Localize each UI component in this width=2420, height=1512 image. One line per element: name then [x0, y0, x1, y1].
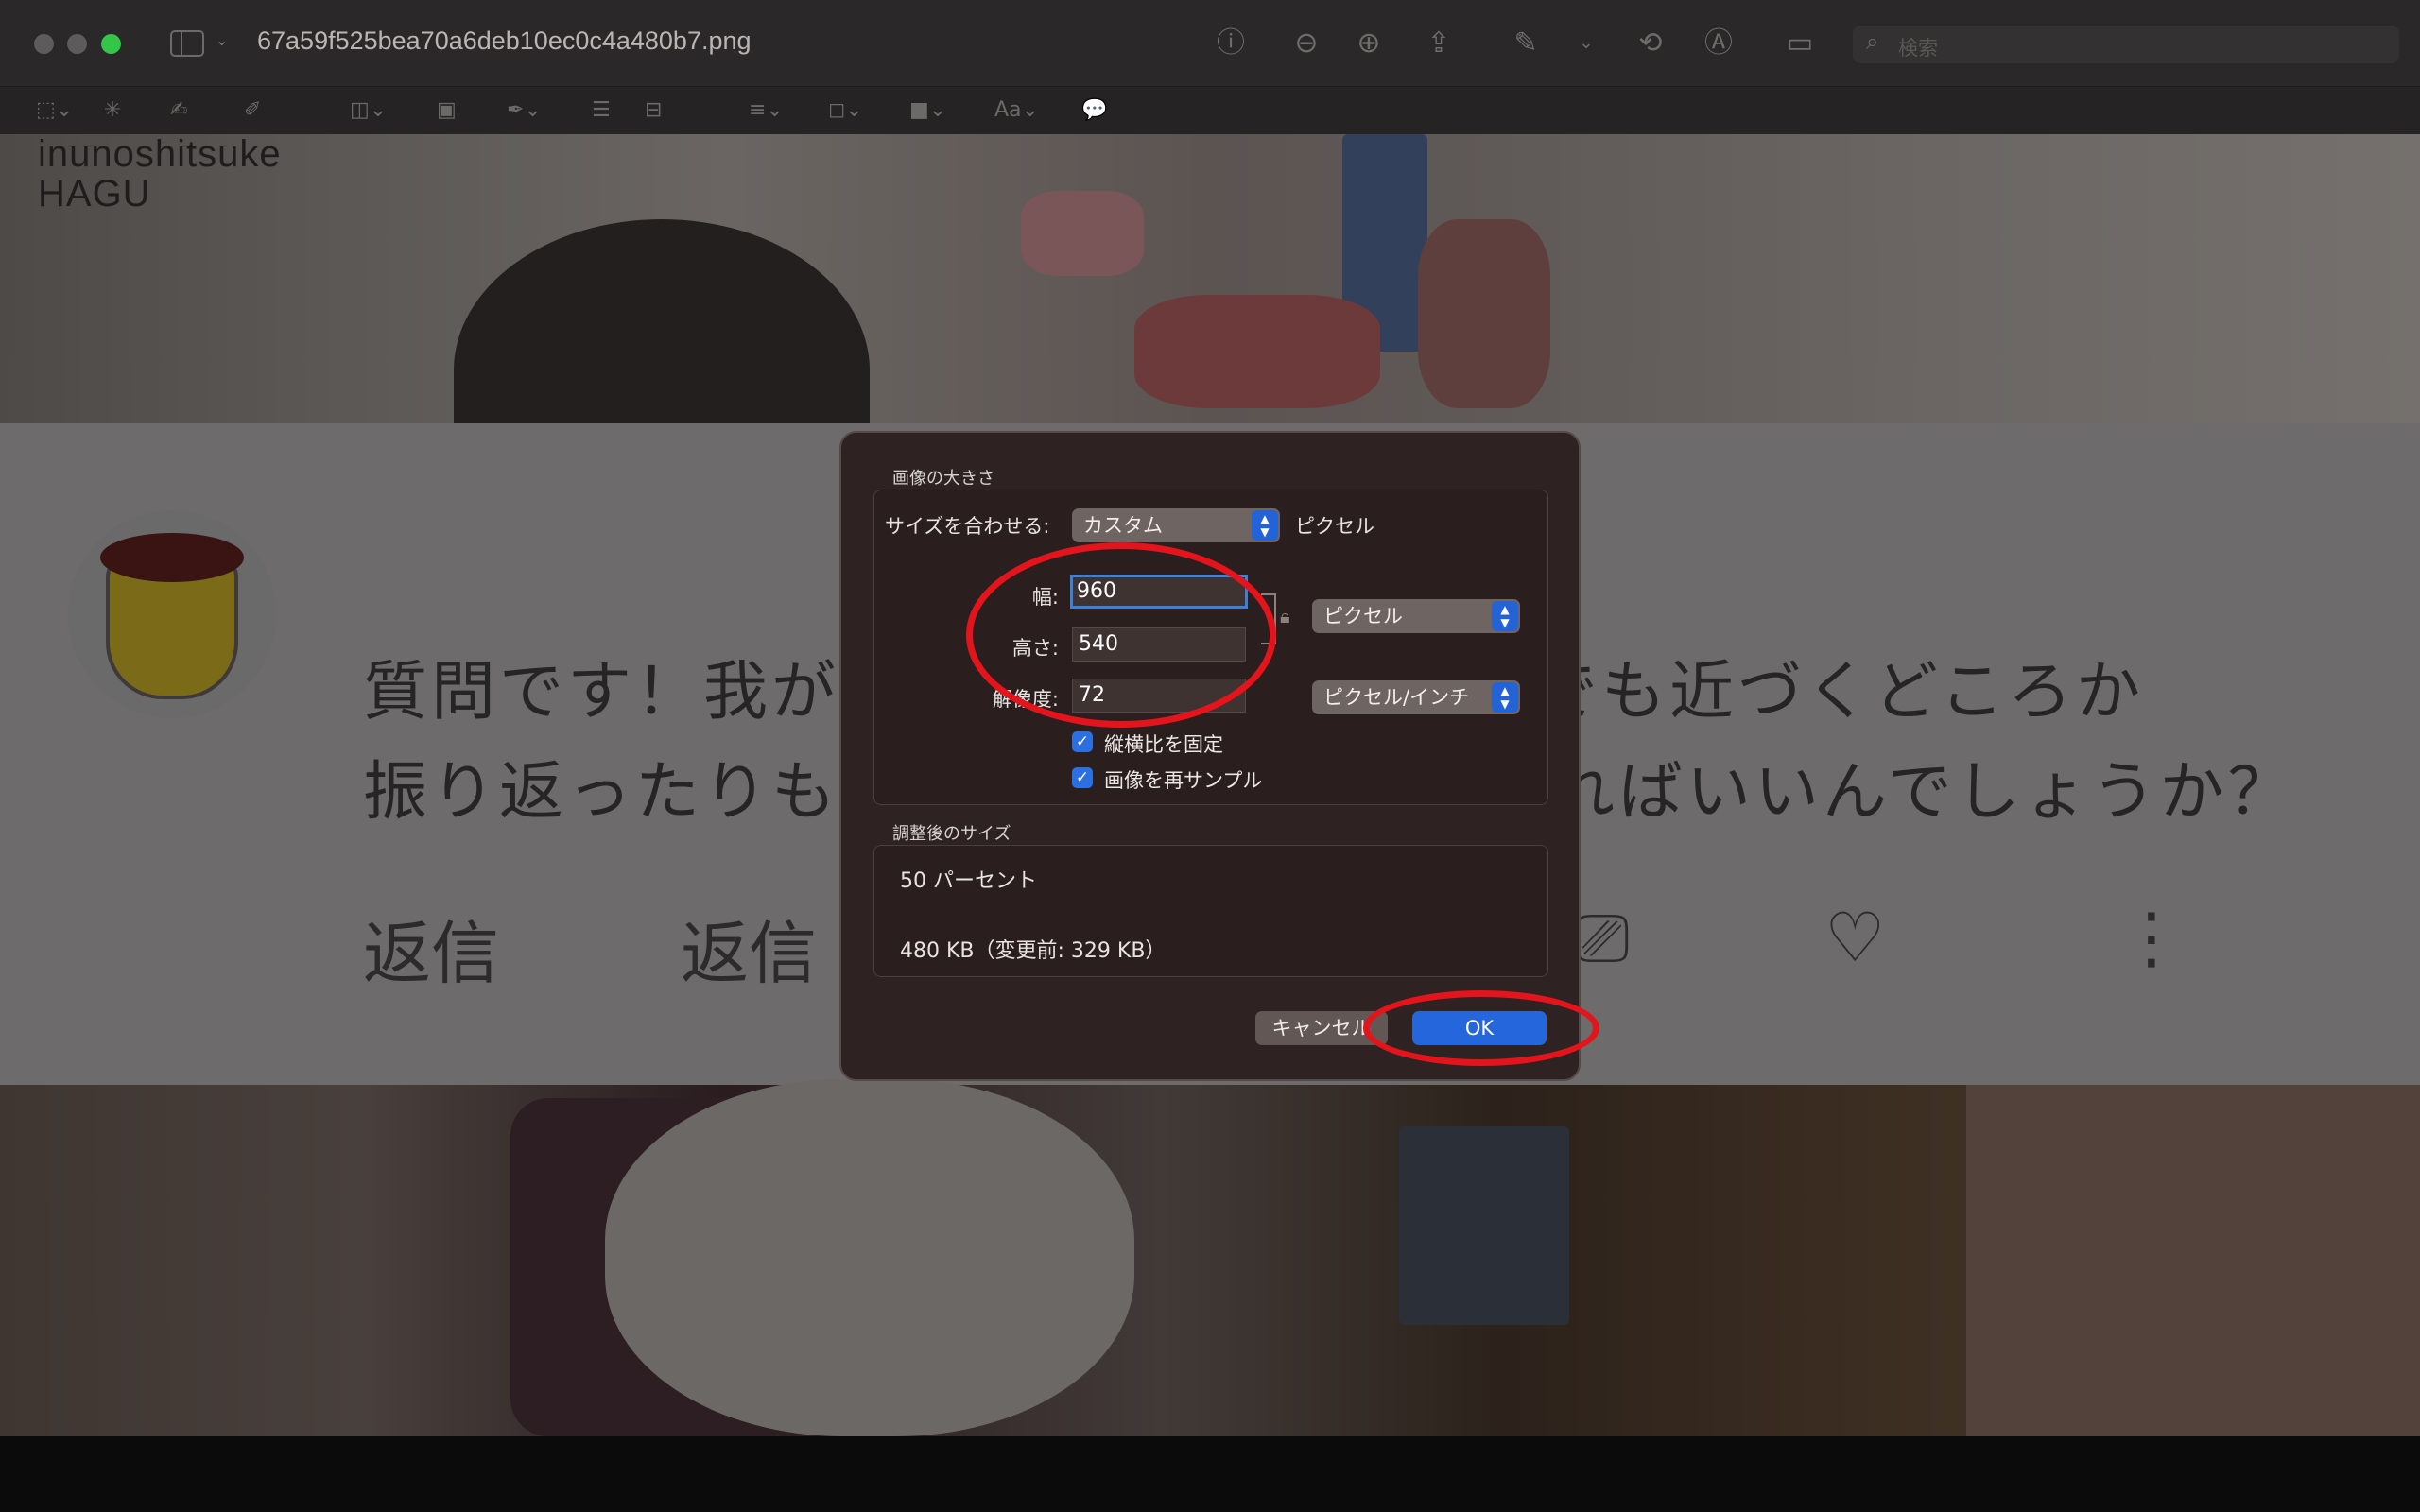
draw-icon[interactable]: ✐ [244, 94, 261, 127]
comment-text: でも近づくどころか [1533, 655, 2144, 730]
rotate-icon[interactable]: ⟲ [1634, 26, 1668, 60]
instant-alpha-icon[interactable]: ✳ [104, 94, 121, 127]
fit-into-unit: ピクセル [1295, 515, 1374, 538]
chevron-down-icon[interactable]: ⌄ [1569, 26, 1603, 60]
title-bar: ⌄ 67a59f525bea70a6deb10ec0c4a480b7.png ⓘ… [0, 0, 2420, 87]
share-icon[interactable]: ⇪ [1422, 26, 1456, 60]
fill-color-icon[interactable]: ■⌄ [909, 94, 946, 127]
zoom-window-button[interactable] [101, 34, 121, 54]
section-resulting-size: 調整後のサイズ [892, 824, 1011, 844]
annotation-ellipse [1363, 990, 1599, 1066]
reply-label: 返信 [681, 914, 818, 993]
select-arrows-icon: ▲ ▼ [1492, 601, 1518, 631]
resample-label: 画像を再サンプル [1104, 769, 1263, 792]
adjust-color-icon[interactable]: ☰ [592, 94, 611, 127]
resample-checkbox[interactable]: ✓ [1072, 767, 1093, 788]
sketch-icon[interactable]: ✍ [170, 94, 187, 127]
text-box-icon[interactable]: ▣ [437, 94, 457, 127]
sign-icon[interactable]: ✒⌄ [507, 94, 542, 127]
logo-line1: inunoshitsuke [38, 134, 282, 175]
close-window-button[interactable] [34, 34, 54, 54]
markup-pen-icon[interactable]: ✎ [1509, 26, 1543, 60]
photo-decoration [1966, 1085, 2420, 1436]
zoom-in-icon[interactable]: ⊕ [1352, 26, 1386, 60]
chevron-down-icon[interactable]: ⌄ [216, 31, 228, 49]
zoom-out-icon[interactable]: ⊖ [1289, 26, 1323, 60]
markup-toolbar: ⬚⌄ ✳ ✍ ✐ ◫⌄ ▣ ✒⌄ ☰ ⊟ ≡⌄ ◻⌄ ■⌄ Aa⌄ 💬 [0, 87, 2420, 134]
avatar [68, 510, 276, 718]
sidebar-toggle-icon[interactable] [170, 30, 204, 57]
pudding-caramel [100, 533, 244, 582]
search-icon: ⌕ [1866, 28, 1879, 55]
info-icon[interactable]: ⓘ [1214, 26, 1248, 60]
border-color-icon[interactable]: ◻⌄ [828, 94, 863, 127]
select-arrows-icon: ▲ ▼ [1252, 510, 1278, 541]
photo-decoration [605, 1079, 1134, 1436]
photo-decoration [1134, 295, 1380, 408]
window-bottom [0, 1436, 2420, 1512]
result-file-size: 480 KB（変更前: 329 KB） [900, 939, 1167, 963]
annotate-icon[interactable]: 💬 [1081, 94, 1107, 127]
more-icon: ⋮ [2118, 898, 2186, 977]
photo-decoration [1021, 191, 1144, 276]
select-arrows-icon: ▲ ▼ [1492, 682, 1518, 713]
logo-line2: HAGU [38, 173, 151, 215]
scale-proportionally-checkbox[interactable]: ✓ [1072, 731, 1093, 752]
comment-text: 質問です！我が [363, 655, 840, 730]
photo-decoration [1418, 219, 1550, 408]
size-unit-select[interactable]: ピクセル ▲ ▼ [1312, 599, 1520, 633]
markup-icon[interactable]: Ⓐ [1702, 26, 1736, 60]
text-style-icon[interactable]: Aa⌄ [994, 94, 1039, 127]
resolution-unit-value: ピクセル/インチ [1323, 686, 1470, 709]
form-fill-icon[interactable]: ▭ [1783, 26, 1817, 60]
size-unit-value: ピクセル [1323, 605, 1403, 627]
adjust-size-icon[interactable]: ⊟ [645, 94, 662, 127]
comment-text: ればいいんでしょうか？ [1550, 755, 2296, 830]
dislike-icon: ⎚ [1575, 898, 1630, 977]
section-image-size: 画像の大きさ [892, 469, 994, 489]
search-field[interactable]: ⌕ 検索 [1853, 26, 2399, 63]
selection-tool-icon[interactable]: ⬚⌄ [36, 94, 73, 127]
fit-into-value: カスタム [1083, 514, 1163, 537]
shape-style-icon[interactable]: ≡⌄ [749, 94, 784, 127]
fit-into-select[interactable]: カスタム ▲ ▼ [1072, 508, 1280, 542]
heart-icon: ♡ [1824, 898, 1886, 977]
reply-label: 返信 [363, 914, 500, 993]
resolution-unit-select[interactable]: ピクセル/インチ ▲ ▼ [1312, 680, 1520, 714]
shapes-icon[interactable]: ◫⌄ [350, 94, 387, 127]
comment-text: 振り返ったりも [363, 755, 840, 830]
lock-icon[interactable]: 🔒︎ [1280, 605, 1290, 627]
search-placeholder: 検索 [1898, 37, 1938, 60]
result-percent: 50 パーセント [900, 869, 1037, 893]
fit-into-label: サイズを合わせる: [885, 515, 1050, 538]
minimize-window-button[interactable] [67, 34, 87, 54]
logo: inunoshitsuke HAGU [38, 134, 282, 214]
photo-decoration [1399, 1126, 1569, 1325]
window-title: 67a59f525bea70a6deb10ec0c4a480b7.png [257, 26, 752, 55]
scale-proportionally-label: 縦横比を固定 [1104, 733, 1223, 756]
annotation-ellipse [966, 542, 1276, 728]
